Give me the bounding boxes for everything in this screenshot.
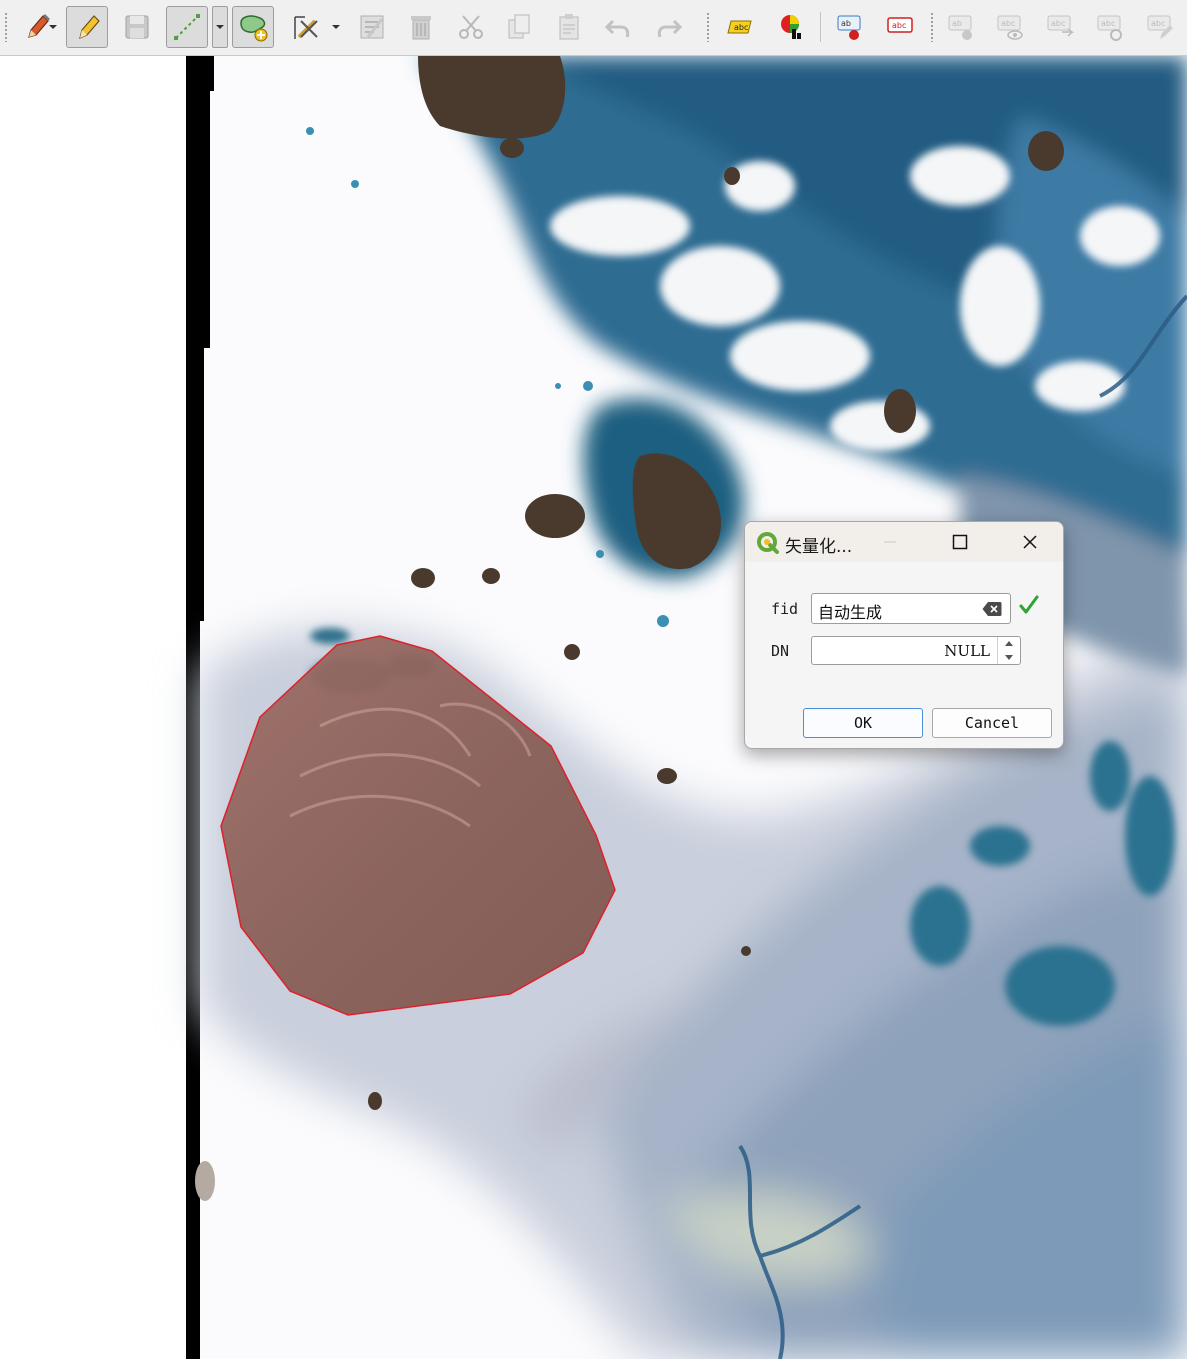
label-tool-icon[interactable]: abc xyxy=(718,6,760,48)
highlight-label-icon[interactable]: abc xyxy=(879,6,921,48)
close-icon xyxy=(1023,535,1037,549)
modify-attributes-icon[interactable] xyxy=(351,6,393,48)
maximize-button[interactable] xyxy=(937,522,983,562)
spin-up-button[interactable] xyxy=(998,637,1020,650)
dialog-titlebar[interactable]: 矢量化... xyxy=(745,522,1063,562)
show-hide-label-icon[interactable]: abc xyxy=(989,6,1031,48)
toolbar-separator xyxy=(820,12,821,42)
svg-text:abc: abc xyxy=(734,23,748,32)
svg-text:abc: abc xyxy=(1001,19,1015,28)
toolbar-grip[interactable] xyxy=(706,12,710,42)
svg-text:abc: abc xyxy=(1151,19,1165,28)
edit-label-icon[interactable]: abc xyxy=(1139,6,1181,48)
svg-text:abc: abc xyxy=(1101,19,1115,28)
minimize-button[interactable] xyxy=(867,522,913,562)
save-layer-edits-icon[interactable] xyxy=(116,6,158,48)
delete-selected-icon[interactable] xyxy=(400,6,442,48)
pin-label-icon[interactable]: ab xyxy=(829,6,871,48)
svg-text:ab: ab xyxy=(952,19,962,28)
layer-panel-blank xyxy=(0,56,186,1359)
paste-features-icon[interactable] xyxy=(548,6,590,48)
chevron-up-icon xyxy=(1005,641,1013,646)
dn-value: NULL xyxy=(944,642,990,660)
change-label-icon[interactable]: abc xyxy=(1089,6,1131,48)
digitize-line-icon[interactable] xyxy=(166,6,208,48)
qgis-logo-icon xyxy=(757,532,779,554)
copy-features-icon[interactable] xyxy=(498,6,540,48)
svg-text:ab: ab xyxy=(841,19,851,28)
move-label-icon[interactable]: ab xyxy=(940,6,982,48)
dn-label: DN xyxy=(771,642,790,660)
chevron-down-icon xyxy=(1005,655,1013,660)
fid-label: fid xyxy=(771,600,799,618)
redo-icon[interactable] xyxy=(647,6,689,48)
cut-features-icon[interactable] xyxy=(450,6,492,48)
svg-text:abc: abc xyxy=(892,21,906,30)
chevron-down-icon[interactable] xyxy=(212,6,228,48)
svg-text:abc: abc xyxy=(1051,19,1065,28)
maximize-icon xyxy=(952,534,968,550)
cancel-button[interactable]: Cancel xyxy=(932,708,1052,738)
diagram-icon[interactable] xyxy=(770,6,812,48)
chevron-down-icon[interactable] xyxy=(330,6,342,48)
dialog-title: 矢量化... xyxy=(785,537,853,557)
clear-icon[interactable] xyxy=(982,601,1002,617)
minimize-icon xyxy=(884,541,896,543)
vertex-tool-icon[interactable] xyxy=(286,6,328,48)
toggle-editing-pencil-icon[interactable] xyxy=(66,6,108,48)
editing-toolbar: abc ab abc ab abc abc abc abc xyxy=(0,0,1187,56)
ok-button[interactable]: OK xyxy=(803,708,923,738)
spin-buttons xyxy=(997,637,1020,664)
checkmark-icon xyxy=(1019,595,1039,614)
toolbar-grip[interactable] xyxy=(4,12,8,42)
dn-spinbox[interactable]: NULL xyxy=(811,636,1021,665)
feature-attributes-dialog: 矢量化... fid 自动生成 DN NULL OK Cancel xyxy=(744,521,1064,749)
fid-value: 自动生成 xyxy=(818,603,883,622)
chevron-down-icon[interactable] xyxy=(48,6,58,48)
toolbar-grip[interactable] xyxy=(930,12,934,42)
undo-icon[interactable] xyxy=(598,6,640,48)
close-button[interactable] xyxy=(1007,522,1053,562)
add-polygon-feature-icon[interactable] xyxy=(232,6,274,48)
spin-down-button[interactable] xyxy=(998,651,1020,664)
fid-field[interactable]: 自动生成 xyxy=(811,593,1011,624)
rotate-label-icon[interactable]: abc xyxy=(1039,6,1081,48)
